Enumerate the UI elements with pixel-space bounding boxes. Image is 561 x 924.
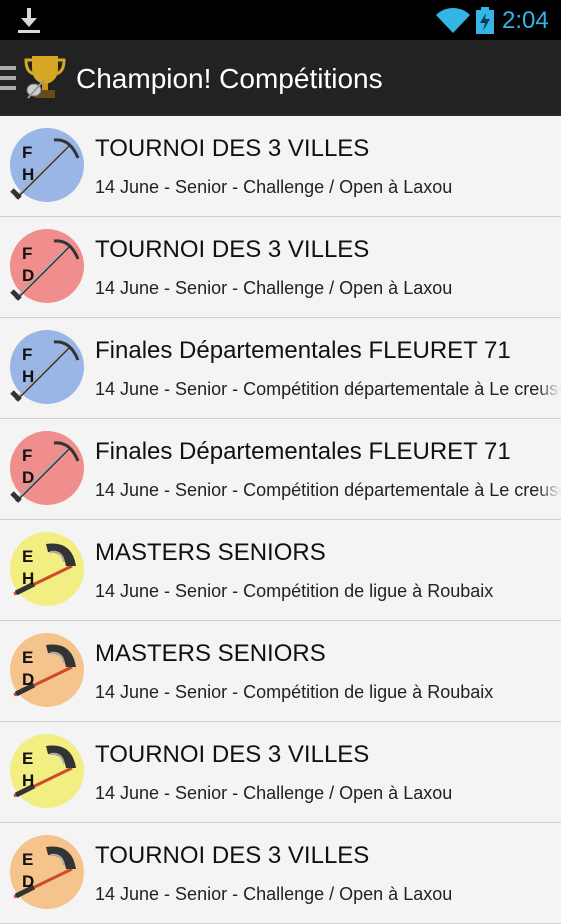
competition-list-item[interactable]: E H TOURNOI DES 3 VILLES 14 June - Senior -… (0, 722, 561, 823)
competition-title: TOURNOI DES 3 VILLES (95, 741, 370, 768)
competition-title: Finales Départementales FLEURET 71 (95, 438, 511, 465)
text-fade-edge (537, 474, 561, 508)
competition-subtitle: 14 June - Senior - Compétition départeme… (95, 480, 561, 500)
competition-title: MASTERS SENIORS (95, 640, 326, 667)
wifi-icon (436, 7, 470, 33)
text-fade-edge (537, 777, 561, 811)
epee-category-icon: EH (10, 532, 84, 606)
foil-category-icon: FH (10, 330, 84, 404)
category-letter: E (22, 850, 33, 869)
download-icon (18, 8, 40, 33)
epee-category-icon: ED (10, 835, 84, 909)
status-clock: 2:04 (502, 7, 549, 34)
category-letter: D (22, 266, 34, 285)
competition-list-item[interactable]: F D Finales Départementales FLEURET 71 14 J… (0, 419, 561, 520)
text-fade-edge (537, 171, 561, 205)
text-fade-edge (537, 373, 561, 407)
competition-list-item[interactable]: F D TOURNOI DES 3 VILLES 14 June - Senior -… (0, 217, 561, 318)
category-letter: D (22, 670, 34, 689)
category-letter: F (22, 143, 32, 162)
category-letter: H (22, 367, 34, 386)
category-letter: D (22, 872, 34, 891)
category-letter: F (22, 244, 32, 263)
competition-list-item[interactable]: E H MASTERS SENIORS 14 June - Senior - Comp… (0, 520, 561, 621)
app-title: Champion! Compétitions (76, 63, 383, 94)
competition-title: Finales Départementales FLEURET 71 (95, 337, 511, 364)
competition-title: TOURNOI DES 3 VILLES (95, 135, 370, 162)
competition-title: TOURNOI DES 3 VILLES (95, 236, 370, 263)
category-letter: E (22, 749, 33, 768)
category-letter: E (22, 547, 33, 566)
competition-list-item[interactable]: F H Finales Départementales FLEURET 71 14 J… (0, 318, 561, 419)
competition-title: TOURNOI DES 3 VILLES (95, 842, 370, 869)
competition-subtitle: 14 June - Senior - Compétition de ligue … (95, 581, 494, 601)
trophy-logo-icon[interactable] (24, 54, 66, 100)
category-letter: H (22, 165, 34, 184)
competition-subtitle: 14 June - Senior - Challenge / Open à La… (95, 783, 453, 803)
competition-subtitle: 14 June - Senior - Compétition de ligue … (95, 682, 494, 702)
text-fade-edge (537, 575, 561, 609)
competition-list-item[interactable]: E D MASTERS SENIORS 14 June - Senior - Comp… (0, 621, 561, 722)
category-letter: D (22, 468, 34, 487)
competition-subtitle: 14 June - Senior - Challenge / Open à La… (95, 884, 453, 904)
epee-category-icon: ED (10, 633, 84, 707)
competition-subtitle: 14 June - Senior - Challenge / Open à La… (95, 177, 453, 197)
drawer-menu-icon[interactable] (0, 66, 16, 90)
category-letter: E (22, 648, 33, 667)
competition-title: MASTERS SENIORS (95, 539, 326, 566)
battery-charging-icon (476, 7, 494, 34)
category-letter: F (22, 345, 32, 364)
competition-list-item[interactable]: E D TOURNOI DES 3 VILLES 14 June - Senior -… (0, 823, 561, 924)
foil-category-icon: FH (10, 128, 84, 202)
competition-list: F H TOURNOI DES 3 VILLES 14 June - Senior -… (0, 116, 561, 924)
text-fade-edge (537, 878, 561, 912)
status-bar: 2:04 (0, 0, 561, 40)
competition-subtitle: 14 June - Senior - Challenge / Open à La… (95, 278, 453, 298)
category-letter: F (22, 446, 32, 465)
epee-category-icon: EH (10, 734, 84, 808)
category-letter: H (22, 569, 34, 588)
text-fade-edge (537, 272, 561, 306)
category-letter: H (22, 771, 34, 790)
foil-category-icon: FD (10, 431, 84, 505)
action-bar: Champion! Compétitions (0, 40, 561, 116)
competition-list-item[interactable]: F H TOURNOI DES 3 VILLES 14 June - Senior -… (0, 116, 561, 217)
competition-subtitle: 14 June - Senior - Compétition départeme… (95, 379, 561, 399)
text-fade-edge (537, 676, 561, 710)
foil-category-icon: FD (10, 229, 84, 303)
